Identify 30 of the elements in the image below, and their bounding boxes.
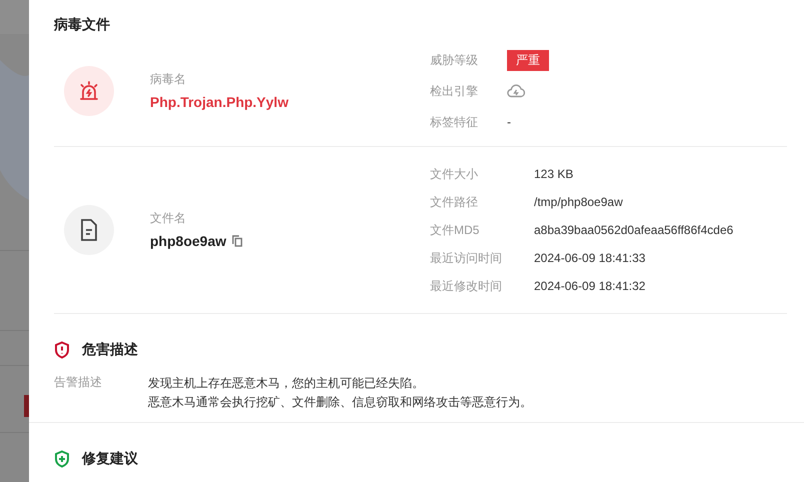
section-title: 修复建议 — [82, 450, 138, 468]
detail-value: 123 KB — [534, 167, 574, 181]
detail-value: 2024-06-09 18:41:33 — [534, 251, 646, 265]
detail-label: 文件路径 — [430, 194, 479, 210]
detail-label: 检出引擎 — [430, 83, 479, 99]
virus-name: Php.Trojan.Php.Yylw — [150, 93, 288, 111]
detail-value: a8ba39baa0562d0afeaa56ff86f4cde6 — [534, 223, 734, 237]
description-text: 发现主机上存在恶意木马，您的主机可能已经失陷。 恶意木马通常会执行挖矿、文件删除、信息窃取和网络攻击等恶意行为。 — [148, 375, 533, 411]
field-label: 病毒名 — [150, 71, 187, 87]
siren-icon — [77, 79, 101, 103]
severity-badge: 严重 — [507, 50, 549, 70]
detail-label: 威胁等级 — [430, 52, 479, 68]
field-label: 告警描述 — [54, 374, 103, 391]
section-title: 危害描述 — [82, 341, 138, 359]
detail-value: - — [507, 115, 512, 129]
field-label: 文件名 — [150, 210, 187, 226]
document-icon — [78, 218, 100, 242]
shield-alert-icon — [54, 341, 70, 359]
detail-label: 最近修改时间 — [430, 278, 503, 294]
cloud-icon — [507, 84, 525, 98]
detail-label: 文件MD5 — [430, 222, 480, 238]
shield-plus-icon — [54, 450, 70, 468]
copy-icon[interactable] — [232, 235, 244, 247]
detail-label: 文件大小 — [430, 166, 479, 182]
file-name: php8oe9aw — [150, 232, 226, 250]
detail-label: 标签特征 — [430, 114, 479, 130]
detail-value: /tmp/php8oe9aw — [534, 195, 624, 209]
panel-title: 病毒文件 — [54, 15, 111, 34]
detail-value: 2024-06-09 18:41:32 — [534, 279, 646, 293]
detail-label: 最近访问时间 — [430, 250, 503, 266]
